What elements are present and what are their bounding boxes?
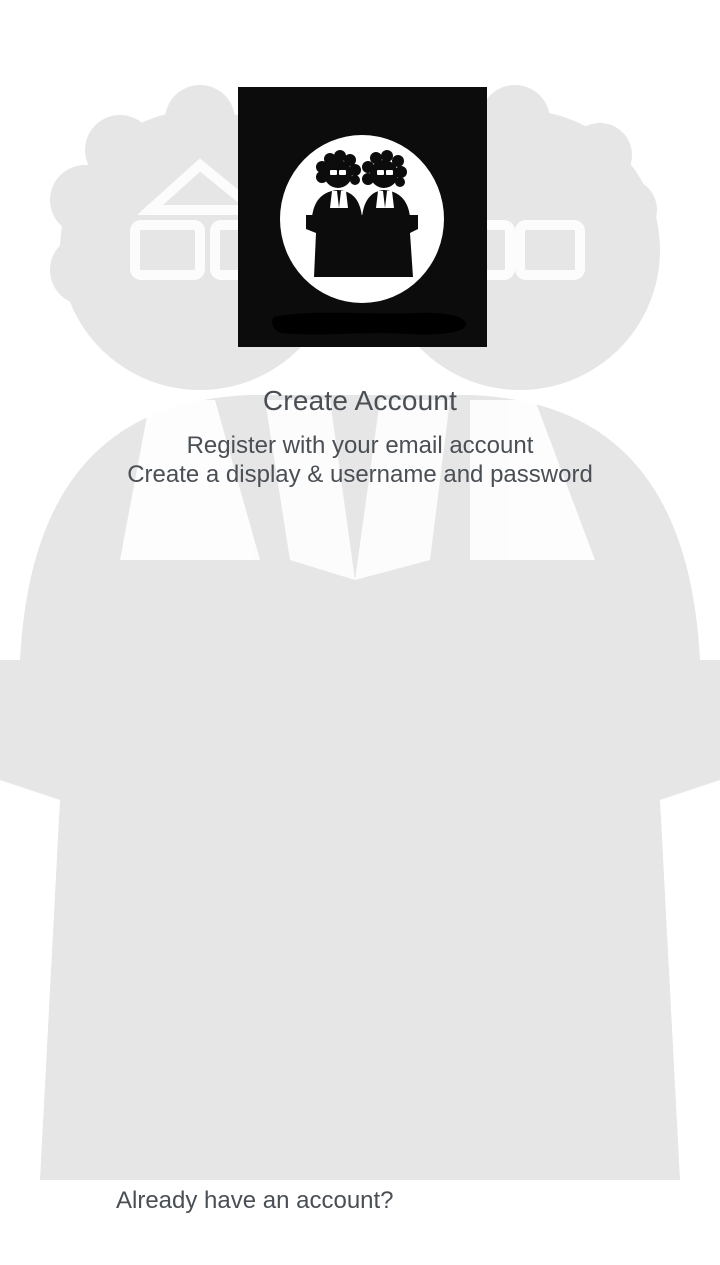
page-title: Create Account (262, 385, 458, 416)
create-account-screen: Create Account Register with your email … (0, 0, 720, 1265)
app-logo (238, 87, 487, 347)
subtitle-line-2: Create a display & username and password (127, 461, 593, 488)
already-have-account-link[interactable]: Already have an account? (116, 1187, 394, 1215)
subtitle-line-1: Register with your email account (186, 432, 534, 459)
two-judges-icon (272, 135, 467, 335)
